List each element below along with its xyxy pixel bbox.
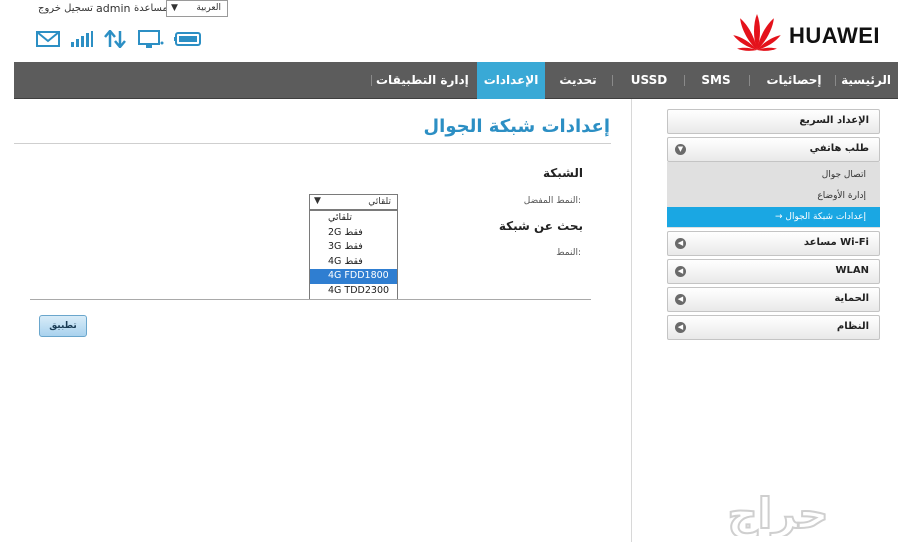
preferred-mode-select[interactable]: ▼ تلقائي bbox=[309, 194, 398, 210]
sidebar-subitem-mobile-network-settings[interactable]: → إعدادات شبكة الجوال bbox=[667, 207, 880, 227]
sidebar-item-label: الحماية bbox=[834, 293, 869, 304]
dropdown-option[interactable]: تلقائي bbox=[310, 211, 397, 226]
sidebar-item-label: طلب هاتفي bbox=[809, 143, 869, 154]
sidebar-subitem-mobile-connection[interactable]: اتصال جوال bbox=[667, 165, 880, 185]
active-arrow-icon: → bbox=[774, 212, 783, 222]
nav-settings[interactable]: الإعدادات bbox=[477, 62, 545, 99]
nav-statistics[interactable]: إحصائيات bbox=[760, 62, 828, 99]
dropdown-option[interactable]: 3G فقط bbox=[310, 240, 397, 255]
logout-link[interactable]: تسجيل خروج bbox=[38, 3, 93, 14]
expand-icon: ◀ bbox=[675, 322, 686, 333]
huawei-flower-icon bbox=[733, 14, 781, 51]
huawei-logo: HUAWEI bbox=[728, 10, 894, 54]
sidebar-item-label: WLAN bbox=[835, 265, 869, 276]
signal-bars-icon bbox=[70, 30, 94, 52]
sidebar-subitem-label: إعدادات شبكة الجوال bbox=[785, 212, 866, 222]
sidebar-item-dial-up[interactable]: طلب هاتفي ▼ bbox=[667, 137, 880, 162]
top-utility-bar: تسجيل خروج admin مساعدة ▼ العربية bbox=[0, 0, 240, 18]
dropdown-arrow-icon: ▼ bbox=[171, 3, 178, 13]
collapse-icon: ▼ bbox=[675, 144, 686, 155]
username-label: admin bbox=[96, 2, 131, 15]
nav-sms[interactable]: SMS bbox=[694, 62, 738, 99]
nav-separator bbox=[835, 75, 836, 86]
logo-text: HUAWEI bbox=[789, 23, 880, 48]
apply-button[interactable]: تطبيق bbox=[39, 315, 87, 337]
dropdown-option[interactable]: 4G TDD2300 bbox=[310, 284, 397, 299]
sidebar-item-quick-setup[interactable]: الإعداد السريع bbox=[667, 109, 880, 134]
nav-app-management[interactable]: إدارة التطبيقات bbox=[376, 62, 469, 99]
main-nav: الرئيسية إحصائيات SMS USSD تحديث الإعداد… bbox=[14, 62, 898, 99]
dropdown-option-highlighted[interactable]: 4G FDD1800 bbox=[310, 269, 397, 284]
expand-icon: ◀ bbox=[675, 294, 686, 305]
sidebar-item-system[interactable]: النظام ◀ bbox=[667, 315, 880, 340]
nav-home[interactable]: الرئيسية bbox=[838, 62, 894, 99]
nav-update[interactable]: تحديث bbox=[554, 62, 602, 99]
content-sidebar-divider bbox=[631, 99, 632, 542]
haraj-watermark: حراج bbox=[662, 488, 894, 540]
sidebar-item-wlan[interactable]: WLAN ◀ bbox=[667, 259, 880, 284]
dropdown-arrow-icon: ▼ bbox=[314, 196, 321, 206]
envelope-icon[interactable] bbox=[36, 30, 60, 52]
dropdown-option[interactable]: 4G فقط bbox=[310, 255, 397, 270]
sidebar-item-wifi-assistant[interactable]: مساعد Wi-Fi ◀ bbox=[667, 231, 880, 256]
sidebar-item-security[interactable]: الحماية ◀ bbox=[667, 287, 880, 312]
nav-separator bbox=[684, 75, 685, 86]
data-transfer-icon bbox=[104, 29, 126, 52]
language-select[interactable]: ▼ العربية bbox=[166, 0, 228, 17]
mode-label: النمط: bbox=[556, 248, 581, 258]
nav-ussd[interactable]: USSD bbox=[622, 62, 676, 99]
sidebar-item-label: مساعد Wi-Fi bbox=[803, 237, 869, 248]
sidebar-subitem-profile-management[interactable]: إدارة الأوضاع bbox=[667, 186, 880, 206]
sidebar-item-label: الإعداد السريع bbox=[799, 115, 869, 126]
language-select-value: العربية bbox=[196, 3, 221, 13]
nav-separator bbox=[612, 75, 613, 86]
nav-separator bbox=[371, 75, 372, 86]
form-divider bbox=[30, 299, 591, 300]
dropdown-option[interactable]: 2G فقط bbox=[310, 226, 397, 241]
battery-icon bbox=[174, 30, 204, 52]
preferred-mode-dropdown: تلقائي 2G فقط 3G فقط 4G فقط 4G FDD1800 4… bbox=[309, 210, 398, 300]
expand-icon: ◀ bbox=[675, 238, 686, 249]
monitor-icon bbox=[138, 30, 164, 53]
router-admin-page: { "topbar": { "logout": "تسجيل خروج", "u… bbox=[0, 0, 900, 542]
expand-icon: ◀ bbox=[675, 266, 686, 277]
preferred-mode-label: النمط المفضل: bbox=[523, 196, 581, 206]
help-link[interactable]: مساعدة bbox=[134, 3, 168, 14]
network-heading: الشبكة bbox=[543, 166, 583, 180]
nav-separator bbox=[749, 75, 750, 86]
network-search-heading: بحث عن شبكة bbox=[498, 219, 583, 233]
dial-up-submenu: اتصال جوال إدارة الأوضاع → إعدادات شبكة … bbox=[667, 162, 880, 228]
title-divider bbox=[14, 143, 611, 144]
page-title: إعدادات شبكة الجوال bbox=[423, 116, 610, 137]
watermark-text: حراج bbox=[727, 489, 828, 536]
sidebar-item-label: النظام bbox=[836, 321, 869, 332]
preferred-mode-value: تلقائي bbox=[368, 197, 391, 207]
